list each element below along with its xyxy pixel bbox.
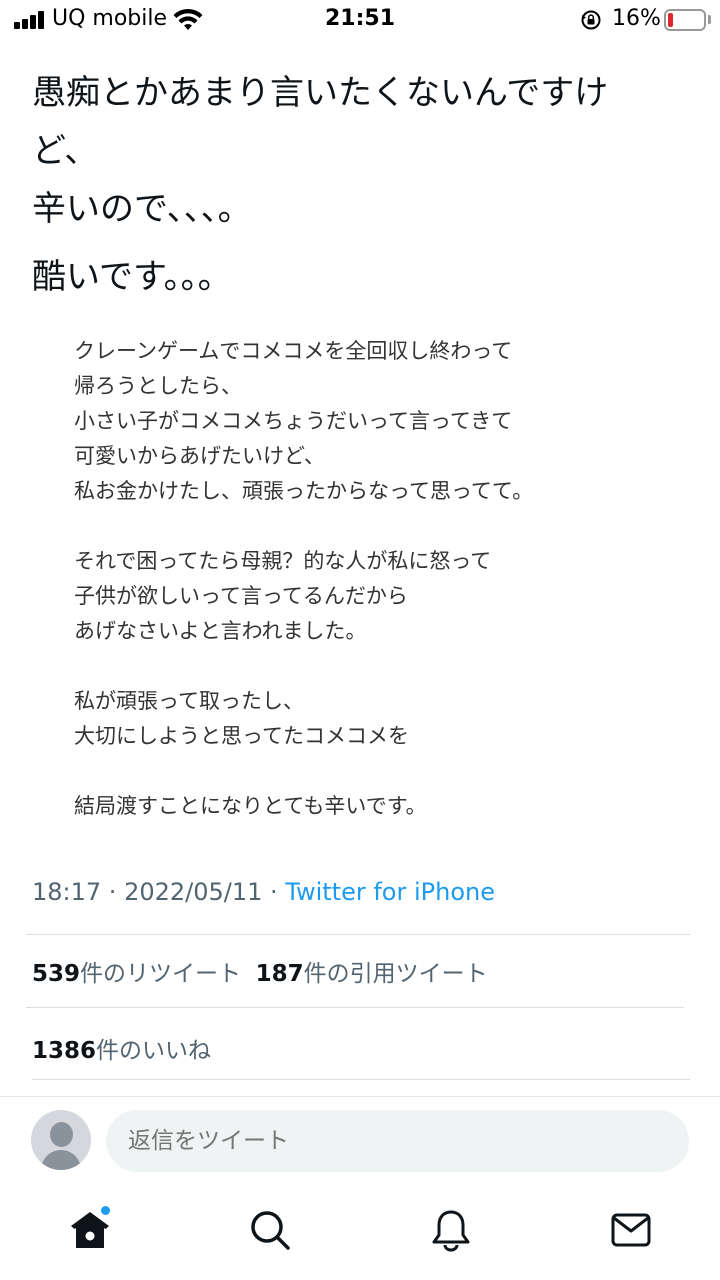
tweet-text-line: 酷いです。。。: [32, 257, 232, 297]
search-icon[interactable]: [248, 1208, 292, 1252]
meta-separator: ·: [101, 878, 125, 906]
image-text-line: クレーンゲームでコメコメを全回収し終わって: [74, 339, 513, 363]
tweet-source-link[interactable]: Twitter for iPhone: [285, 878, 495, 906]
tweet-date: 2022/05/11: [124, 878, 263, 906]
tweet-image[interactable]: クレーンゲームでコメコメを全回収し終わって 帰ろうとしたら、 小さい子がコメコメ…: [74, 334, 634, 824]
retweets-count: 539: [32, 961, 81, 987]
image-text-line: 子供が欲しいって言ってるんだから: [74, 584, 408, 608]
battery-percent: 16%: [612, 6, 661, 31]
image-text-line: [74, 509, 634, 544]
likes-stat[interactable]: 1386件のいいね: [32, 1031, 211, 1065]
tweet-text-line: 辛いので、、、。: [32, 189, 252, 229]
image-text-line: 私お金かけたし、頑張ったからなって思ってて。: [74, 479, 534, 503]
image-text-line: 帰ろうとしたら、: [74, 374, 242, 398]
reply-bar: [0, 1096, 720, 1186]
divider: [26, 934, 690, 935]
tweet-text-line: 愚痴とかあまり言いたくないんですけ: [32, 73, 609, 113]
tweet-text-line: ど、: [32, 131, 99, 171]
divider: [26, 1007, 684, 1008]
battery-cap: [708, 15, 711, 24]
tweet-timestamp: 18:17 · 2022/05/11 · Twitter for iPhone: [32, 878, 495, 906]
image-text-line: 小さい子がコメコメちょうだいって言ってきて: [74, 409, 513, 433]
image-text-line: それで困ってたら母親？的な人が私に怒って: [74, 549, 492, 573]
avatar[interactable]: [31, 1110, 91, 1170]
engagement-row: 539件のリツイート 187件の引用ツイート: [32, 954, 488, 988]
tweet-time: 18:17: [32, 878, 102, 906]
reply-input[interactable]: [106, 1110, 689, 1172]
battery-level-fill: [668, 13, 673, 27]
tab-bar: [0, 1186, 720, 1280]
battery-icon: [664, 9, 706, 31]
quotes-label: 件の引用ツイート: [303, 961, 488, 987]
image-text-line: [74, 649, 634, 684]
image-text-line: 大切にしようと思ってたコメコメを: [74, 724, 409, 748]
image-text-line: 結局渡すことになりとても辛いです。: [74, 794, 427, 818]
image-text-line: [74, 754, 634, 789]
quotes-count: 187: [255, 961, 304, 987]
retweets-label: 件のリツイート: [80, 961, 242, 987]
divider: [32, 1079, 690, 1080]
retweets-stat[interactable]: 539件のリツイート: [32, 961, 241, 987]
likes-label: 件のいいね: [96, 1038, 212, 1064]
image-text-line: あげなさいよと言われました。: [74, 619, 367, 643]
likes-count: 1386: [32, 1038, 97, 1064]
tweet-text: 愚痴とかあまり言いたくないんですけ ど、 辛いので、、、。 酷いです。。。: [32, 64, 692, 306]
status-bar: UQ mobile 21:51 16%: [0, 0, 720, 40]
notification-dot: [100, 1205, 111, 1216]
image-text-line: 私が頑張って取ったし、: [74, 689, 304, 713]
quote-tweets-stat[interactable]: 187件の引用ツイート: [256, 961, 488, 987]
meta-separator: ·: [262, 878, 286, 906]
image-text-line: 可愛いからあげたいけど、: [74, 444, 325, 468]
notifications-icon[interactable]: [429, 1208, 473, 1252]
messages-icon[interactable]: [609, 1208, 653, 1252]
rotation-lock-icon: [581, 10, 601, 30]
